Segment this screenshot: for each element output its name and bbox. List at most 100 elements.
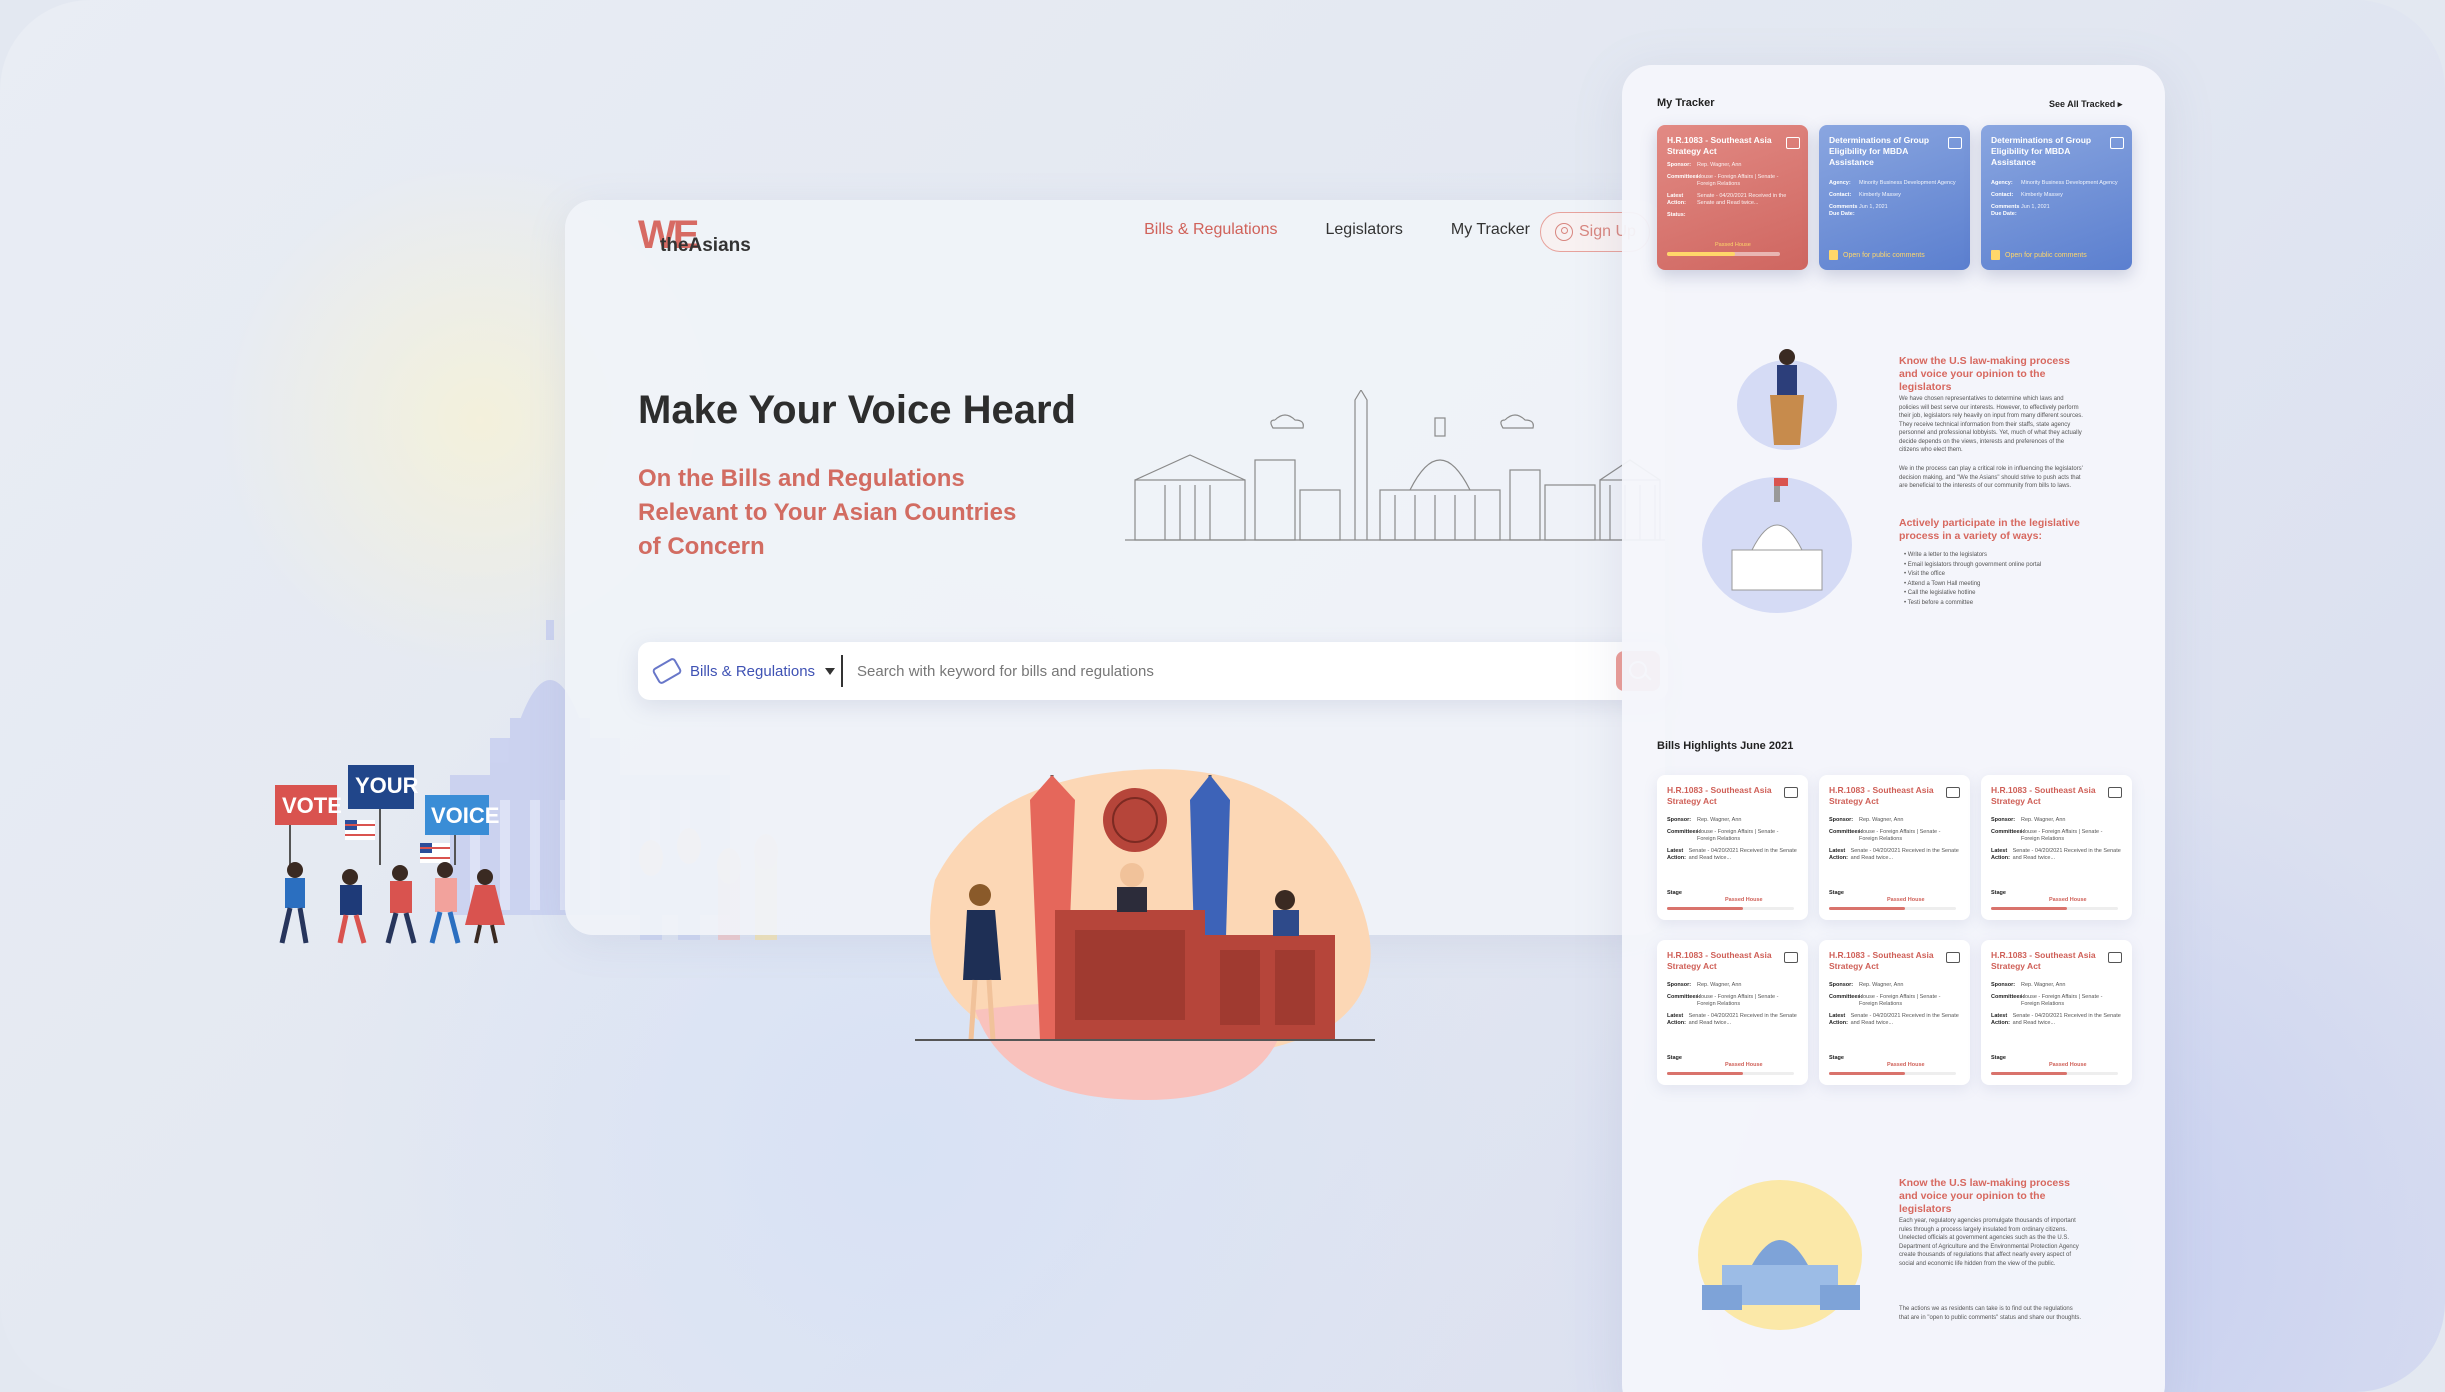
row-key: Committees: xyxy=(1991,829,2025,835)
capitol-icon xyxy=(1946,952,1960,963)
row-key: Sponsor: xyxy=(1991,982,2016,988)
row-value: House - Foreign Affairs | Senate - Forei… xyxy=(1697,829,1779,842)
washington-skyline-illustration xyxy=(1125,390,1665,541)
stage-label: Stage xyxy=(1991,1055,2006,1061)
row-value: House - Foreign Affairs | Senate - Forei… xyxy=(2021,829,2103,842)
see-all-tracked-link[interactable]: See All Tracked xyxy=(2049,99,2122,110)
caret-down-icon xyxy=(825,667,836,675)
info-body: The actions we as residents can take is … xyxy=(1899,1306,2082,1321)
info-body: Each year, regulatory agencies promulgat… xyxy=(1899,1218,2079,1267)
row-value: Rep. Wagner, Ann xyxy=(1697,982,1742,988)
highlights-heading: Bills Highlights June 2021 xyxy=(1657,740,1794,752)
row-key: Sponsor: xyxy=(1667,162,1692,168)
stage-label: Passed House xyxy=(1715,242,1751,248)
hero-subtitle: On the Bills and Regulations Relevant to… xyxy=(638,465,1017,560)
row-value: Senate - 04/20/2021 Received in the Sena… xyxy=(1688,1013,1797,1026)
row-value: Minority Business Development Agency xyxy=(1859,180,1956,186)
bill-highlight-card[interactable]: H.R.1083 - Southeast Asia Strategy Act Sp… xyxy=(1981,940,2132,1085)
bill-title: H.R.1083 - Southeast Asia Strategy Act xyxy=(1991,785,2096,806)
stage-progress xyxy=(1667,1072,1794,1075)
row-value: Jun 1, 2021 xyxy=(1859,204,1888,210)
stage-label: Stage xyxy=(1991,890,2006,896)
capitol-icon xyxy=(1786,137,1800,149)
tracker-card-title: Determinations of Group Eligibility for … xyxy=(1991,135,2092,167)
tracker-card[interactable]: Determinations of Group Eligibility for … xyxy=(1981,125,2132,270)
background: VOTE YOUR VOICE WE theAsians Bills & Reg… xyxy=(0,0,2445,1392)
row-value: Senate - 04/20/2021 Received in the Sena… xyxy=(1697,193,1787,206)
row-value: Senate - 04/20/2021 Received in the Sena… xyxy=(1850,1013,1959,1026)
row-key: Sponsor: xyxy=(1991,817,2016,823)
list-item: Attend a Town Hall meeting xyxy=(1904,580,2041,590)
vote-protest-illustration: VOTE YOUR VOICE xyxy=(270,765,530,950)
tracker-card-title: H.R.1083 - Southeast Asia Strategy Act xyxy=(1667,135,1772,156)
capitol-icon xyxy=(1784,787,1798,798)
search-category-dropdown[interactable]: Bills & Regulations xyxy=(638,655,843,687)
my-tracker-heading: My Tracker xyxy=(1657,97,1715,109)
row-value: Rep. Wagner, Ann xyxy=(2021,817,2066,823)
stage-progress xyxy=(1991,907,2118,910)
your-sign: YOUR xyxy=(355,773,419,798)
row-key: Contact: xyxy=(1991,192,2014,198)
capitol-icon xyxy=(1946,787,1960,798)
info-body: We in the process can play a critical ro… xyxy=(1899,466,2083,489)
bill-highlight-card[interactable]: H.R.1083 - Southeast Asia Strategy Act Sp… xyxy=(1657,775,1808,920)
capitol-icon xyxy=(2108,787,2122,798)
row-value: House - Foreign Affairs | Senate - Forei… xyxy=(1697,174,1779,187)
stage-progress xyxy=(1991,1072,2118,1075)
vote-sign: VOTE xyxy=(282,793,342,818)
bill-highlight-card[interactable]: H.R.1083 - Southeast Asia Strategy Act Sp… xyxy=(1819,775,1970,920)
bill-highlight-card[interactable]: H.R.1083 - Southeast Asia Strategy Act Sp… xyxy=(1819,940,1970,1085)
info-title: Know the U.S law-making process and voic… xyxy=(1899,355,2070,393)
list-item: Email legislators through government onl… xyxy=(1904,561,2041,571)
speaker-podium-illustration xyxy=(1737,349,1837,450)
row-key: Agency: xyxy=(1829,180,1851,186)
row-value: House - Foreign Affairs | Senate - Forei… xyxy=(1859,829,1941,842)
nav-legislators[interactable]: Legislators xyxy=(1326,221,1403,239)
row-value: Senate - 04/20/2021 Received in the Sena… xyxy=(2012,1013,2121,1026)
row-key: Committees: xyxy=(1667,829,1701,835)
bill-title: H.R.1083 - Southeast Asia Strategy Act xyxy=(1667,950,1772,971)
user-icon xyxy=(1555,223,1573,241)
logo[interactable]: WE theAsians xyxy=(638,213,768,263)
tracker-card[interactable]: Determinations of Group Eligibility for … xyxy=(1819,125,1970,270)
list-item: Write a letter to the legislators xyxy=(1904,551,2041,561)
row-value: Rep. Wagner, Ann xyxy=(2021,982,2066,988)
logo-the-asians: theAsians xyxy=(660,235,751,256)
stage-progress xyxy=(1667,907,1794,910)
row-value: Senate - 04/20/2021 Received in the Sena… xyxy=(1688,848,1797,861)
open-for-comments: Open for public comments xyxy=(1991,250,2087,260)
capitol-icon xyxy=(2108,952,2122,963)
capitol-building-illustration xyxy=(1702,477,1852,613)
row-value: Rep. Wagner, Ann xyxy=(1697,817,1742,823)
row-key: Latest Action: xyxy=(1991,1013,2010,1026)
search-input[interactable] xyxy=(843,662,1616,680)
row-value: Senate - 04/20/2021 Received in the Sena… xyxy=(1850,848,1959,861)
row-key: Sponsor: xyxy=(1667,982,1692,988)
open-for-comments: Open for public comments xyxy=(1829,250,1925,260)
info-body: We have chosen representatives to determ… xyxy=(1899,396,2083,453)
document-icon xyxy=(1948,137,1962,149)
list-item: Testi before a committee xyxy=(1904,599,2041,609)
row-value: Minority Business Development Agency xyxy=(2021,180,2118,186)
row-key: Agency: xyxy=(1991,180,2013,186)
bill-highlight-card[interactable]: H.R.1083 - Southeast Asia Strategy Act Sp… xyxy=(1981,775,2132,920)
nav-my-tracker[interactable]: My Tracker xyxy=(1451,221,1530,239)
row-key: Latest Action: xyxy=(1829,1013,1848,1026)
bill-title: H.R.1083 - Southeast Asia Strategy Act xyxy=(1991,950,2096,971)
tracker-panel: My Tracker See All Tracked H.R.1083 - So… xyxy=(1622,65,2165,1392)
tracker-card[interactable]: H.R.1083 - Southeast Asia Strategy Act S… xyxy=(1657,125,1808,270)
hero-title: Make Your Voice Heard xyxy=(638,388,1076,432)
ways-list: Write a letter to the legislators Email … xyxy=(1904,551,2041,608)
row-value: Jun 1, 2021 xyxy=(2021,204,2050,210)
row-value: Kimberly Massey xyxy=(1859,192,1901,198)
stage-value: Passed House xyxy=(1887,1062,1925,1068)
bill-title: H.R.1083 - Southeast Asia Strategy Act xyxy=(1667,785,1772,806)
row-value: Senate - 04/20/2021 Received in the Sena… xyxy=(2012,848,2121,861)
nav-bills-regulations[interactable]: Bills & Regulations xyxy=(1144,221,1277,239)
stage-value: Passed House xyxy=(1725,1062,1763,1068)
stage-value: Passed House xyxy=(2049,1062,2087,1068)
row-key: Comments Due Date: xyxy=(1991,204,2020,217)
row-key: Latest Action: xyxy=(1667,848,1686,861)
bill-highlight-card[interactable]: H.R.1083 - Southeast Asia Strategy Act Sp… xyxy=(1657,940,1808,1085)
stage-label: Stage xyxy=(1667,1055,1682,1061)
